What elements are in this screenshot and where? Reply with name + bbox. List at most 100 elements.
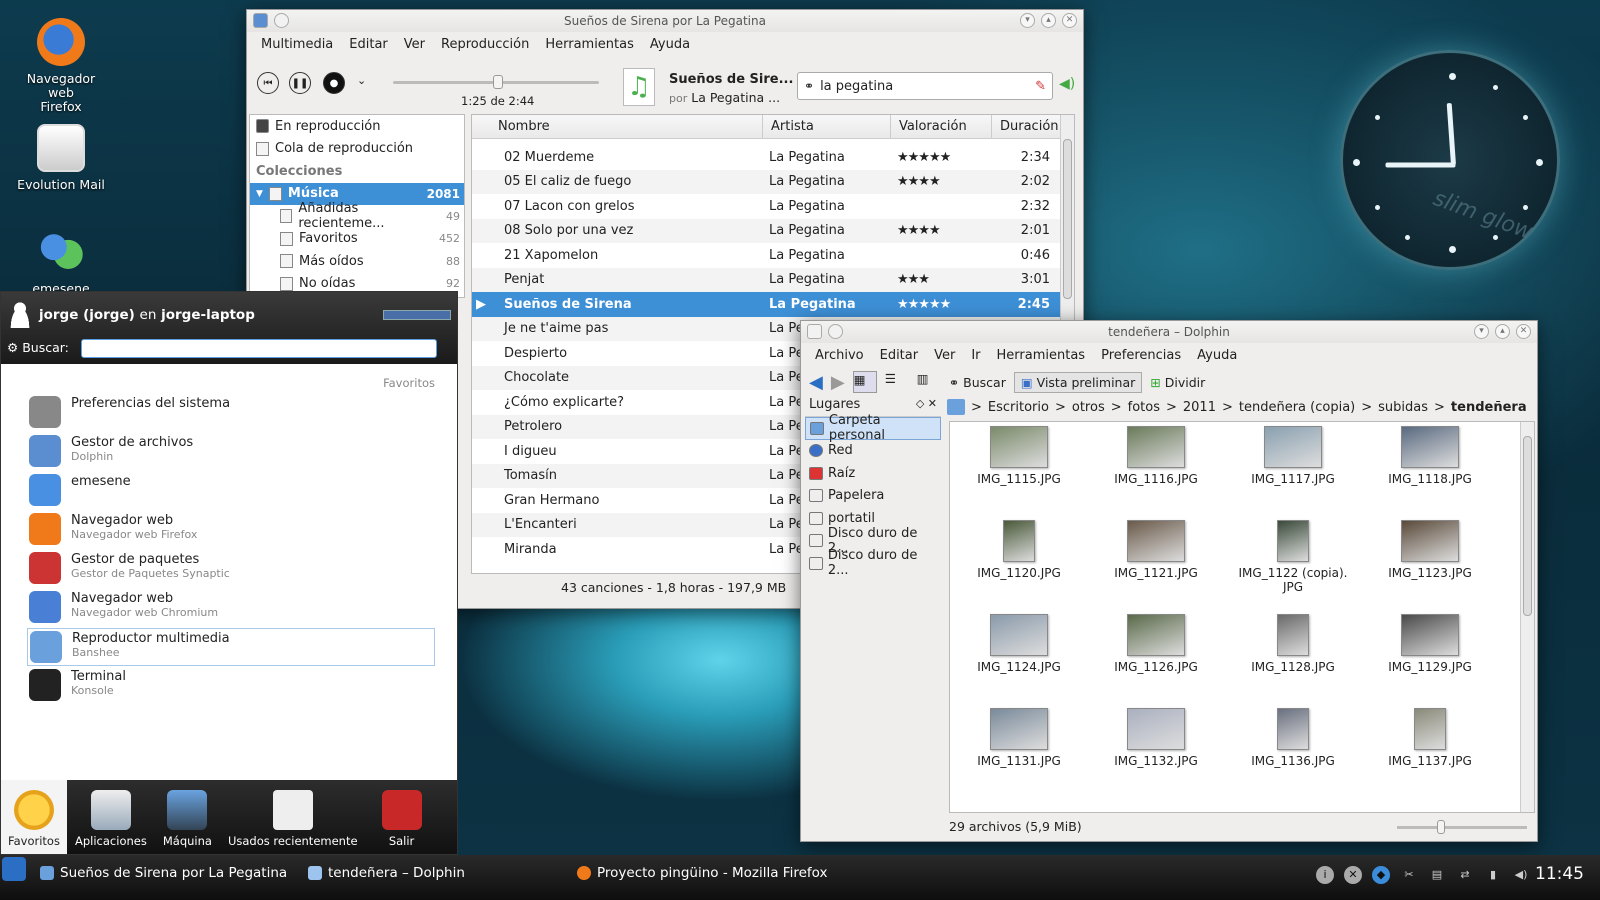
track-rating[interactable]: ★★★★ <box>889 174 990 189</box>
icons-view-icon[interactable]: ▦ <box>852 371 877 393</box>
volume-icon[interactable]: ◀) <box>1512 866 1530 884</box>
menu-reproduccion[interactable]: Reproducción <box>433 37 537 52</box>
klipper-icon[interactable]: ✂ <box>1400 866 1418 884</box>
breadcrumb-item[interactable]: fotos <box>1128 400 1160 415</box>
chevron-down-icon[interactable]: ⌄ <box>357 74 366 87</box>
place-home[interactable]: Carpeta personal <box>805 413 941 443</box>
favorite-item[interactable]: Navegador web Navegador web Chromium <box>29 591 218 623</box>
breadcrumb-item[interactable]: tendeñera (copia) <box>1239 400 1355 415</box>
info-icon[interactable]: i <box>1316 866 1334 884</box>
file-item[interactable]: IMG_1116.JPG <box>1091 426 1221 486</box>
source-now-playing[interactable]: En reproducción <box>250 115 464 138</box>
file-item[interactable]: IMG_1120.JPG <box>954 520 1084 580</box>
search-button[interactable]: ⚭ Buscar <box>949 375 1006 390</box>
menu-herramientas[interactable]: Herramientas <box>989 348 1094 363</box>
file-item[interactable]: IMG_1117.JPG <box>1228 426 1358 486</box>
breadcrumb-item[interactable]: 2011 <box>1183 400 1216 415</box>
banshee-app-icon[interactable] <box>253 13 268 28</box>
place-disk-2[interactable]: Disco duro de 2... <box>805 548 941 578</box>
file-item[interactable]: IMG_1123.JPG <box>1365 520 1495 580</box>
zoom-slider[interactable] <box>1397 820 1527 834</box>
volume-icon[interactable]: ◀) <box>1059 76 1075 92</box>
track-row[interactable]: 02 Muerdeme La Pegatina ★★★★★ 2:34 <box>472 145 1074 170</box>
previous-icon[interactable]: ⏮ <box>257 72 279 94</box>
file-item[interactable]: IMG_1124.JPG <box>954 614 1084 674</box>
place-root[interactable]: Raíz <box>805 462 941 485</box>
seek-slider[interactable] <box>393 75 599 89</box>
file-item[interactable]: IMG_1115.JPG <box>954 426 1084 486</box>
favorite-item[interactable]: Gestor de paquetes Gestor de Paquetes Syn… <box>29 552 230 584</box>
dolphin-app-icon[interactable] <box>807 324 822 339</box>
tab-recientes[interactable]: Usados recientemente <box>220 780 366 854</box>
details-view-icon[interactable]: ☰ <box>885 371 909 393</box>
block-icon[interactable]: ✕ <box>1344 866 1362 884</box>
tab-aplicaciones[interactable]: Aplicaciones <box>67 780 155 854</box>
file-item[interactable]: IMG_1136.JPG <box>1228 708 1358 768</box>
maximize-icon[interactable]: ▴ <box>1495 324 1510 339</box>
menu-ir[interactable]: Ir <box>963 348 988 363</box>
menu-ayuda[interactable]: Ayuda <box>1189 348 1245 363</box>
favorite-item[interactable]: Preferencias del sistema <box>29 396 230 428</box>
track-row[interactable]: ▶ Sueños de Sirena La Pegatina ★★★★★ 2:4… <box>472 292 1074 317</box>
file-item[interactable]: IMG_1121.JPG <box>1091 520 1221 580</box>
file-item[interactable]: IMG_1131.JPG <box>954 708 1084 768</box>
scrollbar-thumb[interactable] <box>1523 436 1532 616</box>
desktop-icon-emesene[interactable]: emesene <box>6 228 116 296</box>
file-item[interactable]: IMG_1132.JPG <box>1091 708 1221 768</box>
tab-salir[interactable]: Salir <box>374 780 430 854</box>
menu-multimedia[interactable]: Multimedia <box>253 37 341 52</box>
task-dolphin[interactable]: tendeñera – Dolphin <box>308 865 465 881</box>
home-icon[interactable] <box>947 399 965 415</box>
pause-icon[interactable]: ❚❚ <box>289 72 311 94</box>
network-icon[interactable]: ⇄ <box>1456 866 1474 884</box>
favorite-item[interactable]: Terminal Konsole <box>29 669 126 701</box>
file-item[interactable]: IMG_1128.JPG <box>1228 614 1358 674</box>
columns-view-icon[interactable]: ▥ <box>917 371 941 393</box>
battery-icon[interactable]: ▮ <box>1484 866 1502 884</box>
track-row[interactable]: Penjat La Pegatina ★★★ 3:01 <box>472 267 1074 292</box>
track-row[interactable]: 21 Xapomelon La Pegatina 0:46 <box>472 243 1074 268</box>
menu-ver[interactable]: Ver <box>396 37 433 52</box>
desktop-icon-firefox[interactable]: Navegador web Firefox <box>6 18 116 114</box>
source-queue[interactable]: Cola de reproducción <box>250 138 464 161</box>
split-button[interactable]: ⊞ Dividir <box>1150 375 1205 390</box>
file-item[interactable]: IMG_1137.JPG <box>1365 708 1495 768</box>
breadcrumb-item[interactable]: Escritorio <box>988 400 1049 415</box>
kickoff-search-input[interactable] <box>81 339 437 358</box>
scrollbar-thumb[interactable] <box>1063 139 1072 299</box>
clear-search-icon[interactable]: ✎ <box>1035 79 1046 94</box>
maximize-icon[interactable]: ▴ <box>1041 13 1056 28</box>
clipboard-icon[interactable]: ▤ <box>1428 866 1446 884</box>
track-rating[interactable]: ★★★★★ <box>889 150 990 165</box>
kde-menu-icon[interactable] <box>2 857 26 881</box>
minimize-icon[interactable]: ▾ <box>1474 324 1489 339</box>
menu-ayuda[interactable]: Ayuda <box>642 37 698 52</box>
track-row[interactable]: 05 El caliz de fuego La Pegatina ★★★★ 2:… <box>472 169 1074 194</box>
tab-favoritos[interactable]: Favoritos <box>1 780 67 854</box>
task-firefox[interactable]: Proyecto pingüino - Mozilla Firefox <box>577 865 828 881</box>
track-rating[interactable]: ★★★ <box>889 272 990 287</box>
clock[interactable]: 11:45 <box>1535 864 1584 884</box>
smart-playlist-most-played[interactable]: Más oídos 88 <box>250 250 464 273</box>
sticky-button[interactable] <box>274 13 289 28</box>
file-item[interactable]: IMG_1129.JPG <box>1365 614 1495 674</box>
task-banshee[interactable]: Sueños de Sirena por La Pegatina <box>40 865 287 881</box>
tab-maquina[interactable]: Máquina <box>155 780 220 854</box>
search-field[interactable]: ⚭ la pegatina ✎ <box>797 72 1053 100</box>
favorite-item[interactable]: Gestor de archivos Dolphin <box>29 435 193 467</box>
column-valoracion[interactable]: Valoración <box>891 115 992 138</box>
column-nombre[interactable]: Nombre <box>472 115 763 138</box>
track-rating[interactable]: ★★★★★ <box>889 297 990 312</box>
back-arrow-icon[interactable]: ◀ <box>809 372 823 393</box>
track-row[interactable]: 07 Lacon con grelos La Pegatina 2:32 <box>472 194 1074 219</box>
file-scrollbar[interactable] <box>1520 422 1534 812</box>
menu-editar[interactable]: Editar <box>872 348 927 363</box>
favorite-item[interactable]: Reproductor multimedia Banshee <box>27 628 435 666</box>
breadcrumb-item[interactable]: otros <box>1072 400 1105 415</box>
dropbox-icon[interactable]: ◆ <box>1372 866 1390 884</box>
favorite-item[interactable]: emesene <box>29 474 131 506</box>
preview-button[interactable]: ▣ Vista preliminar <box>1013 371 1143 393</box>
breadcrumb-item[interactable]: subidas <box>1378 400 1428 415</box>
shuffle-dice-icon[interactable]: ● <box>323 72 345 94</box>
seek-handle[interactable] <box>493 75 503 89</box>
